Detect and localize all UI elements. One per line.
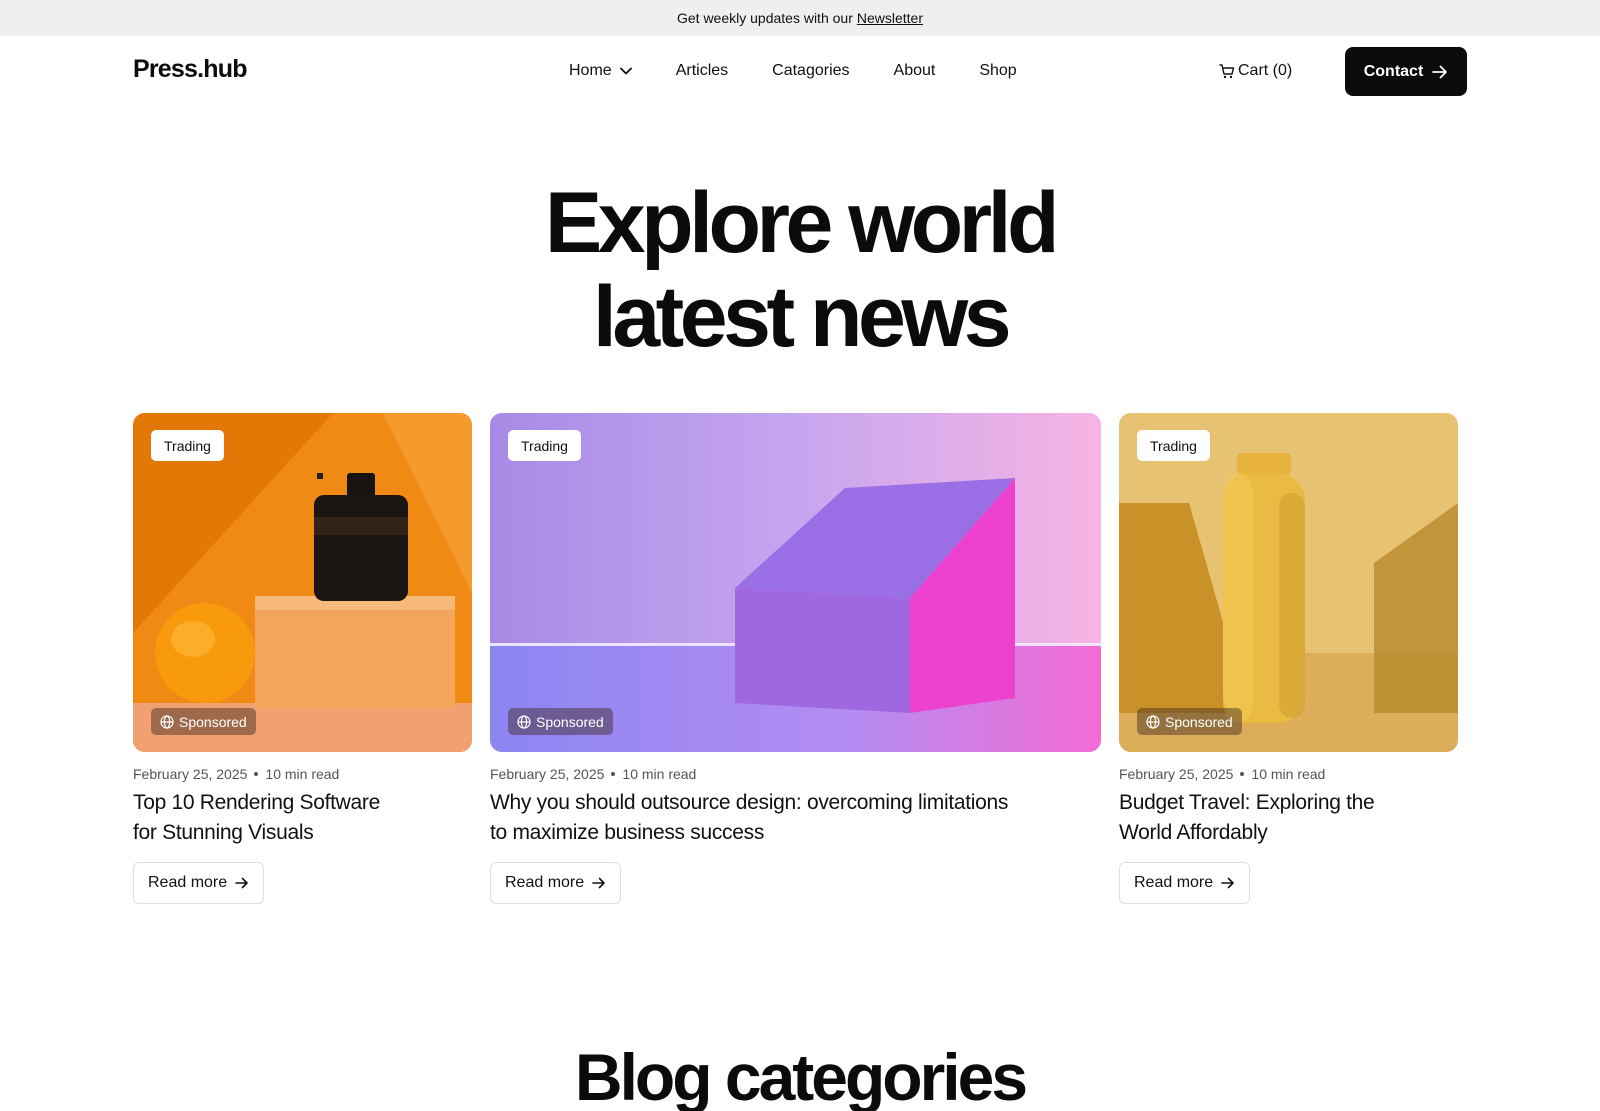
read-time: 10 min read	[622, 766, 697, 782]
hero-title: Explore world latest news	[0, 176, 1600, 364]
nav-item-catagories[interactable]: Catagories	[772, 62, 849, 80]
article-card[interactable]: Trading Sponsored February 25, 2025 10 m…	[490, 413, 1101, 904]
article-title-line2: World Affordably	[1119, 821, 1268, 844]
nav-item-home-label: Home	[569, 62, 612, 79]
site-header: Press.hub Home Articles Catagories About…	[0, 36, 1600, 106]
section-title: Blog categories	[574, 1040, 1028, 1111]
article-title-line1: Why you should outsource design: overcom…	[490, 791, 1009, 814]
arrow-right-icon	[592, 877, 605, 889]
contact-button[interactable]: Contact	[1345, 47, 1467, 96]
contact-label: Contact	[1363, 62, 1424, 80]
article-date: February 25, 2025	[1119, 766, 1234, 782]
meta-separator	[1240, 772, 1245, 776]
article-title[interactable]: Budget Travel: Exploring the World Affor…	[1119, 788, 1458, 848]
announcement-text: Get weekly updates with our	[676, 10, 853, 26]
article-meta: February 25, 2025 10 min read	[1119, 766, 1458, 782]
article-title[interactable]: Top 10 Rendering Software for Stunning V…	[133, 788, 472, 848]
arrow-right-icon	[1221, 877, 1234, 889]
article-title-line1: Budget Travel: Exploring the	[1119, 791, 1375, 814]
logo[interactable]: Press.hub	[133, 55, 247, 84]
meta-separator	[611, 772, 616, 776]
sponsored-badge: Sponsored	[1137, 708, 1242, 735]
meta-separator	[254, 772, 259, 776]
cart-icon	[1219, 64, 1235, 79]
nav-item-shop[interactable]: Shop	[979, 62, 1016, 80]
category-tag[interactable]: Trading	[1137, 430, 1210, 461]
sponsored-label: Sponsored	[1165, 713, 1233, 730]
hero-title-line1: Explore world	[544, 175, 1060, 271]
sponsored-badge: Sponsored	[508, 708, 613, 735]
article-title-line2: to maximize business success	[490, 821, 765, 844]
orange-perfume-image	[133, 413, 472, 752]
article-meta: February 25, 2025 10 min read	[490, 766, 1101, 782]
category-tag[interactable]: Trading	[151, 430, 224, 461]
read-more-label: Read more	[1134, 874, 1214, 891]
arrow-right-icon	[235, 877, 248, 889]
read-time: 10 min read	[265, 766, 340, 782]
article-title[interactable]: Why you should outsource design: overcom…	[490, 788, 1101, 848]
read-more-button[interactable]: Read more	[490, 862, 622, 904]
article-title-line2: for Stunning Visuals	[133, 821, 314, 844]
sponsored-badge: Sponsored	[151, 708, 256, 735]
read-more-label: Read more	[148, 874, 228, 891]
cart-link[interactable]: Cart (0)	[1219, 62, 1292, 80]
cart-label: Cart (0)	[1238, 62, 1293, 79]
nav-item-about[interactable]: About	[894, 62, 936, 80]
announcement-bar: Get weekly updates with our Newsletter	[0, 0, 1600, 36]
article-image[interactable]: Trading Sponsored	[1119, 413, 1458, 752]
article-title-line1: Top 10 Rendering Software	[133, 791, 380, 814]
read-more-label: Read more	[505, 874, 585, 891]
globe-icon	[1146, 714, 1160, 729]
read-more-button[interactable]: Read more	[1119, 862, 1251, 904]
purple-block-image	[490, 413, 1101, 752]
globe-icon	[160, 714, 174, 729]
hero-title-line2: latest news	[592, 269, 1012, 365]
newsletter-link[interactable]: Newsletter	[857, 10, 923, 26]
article-card[interactable]: Trading Sponsored February 25, 2025 10 m…	[133, 413, 472, 904]
article-image[interactable]: Trading Sponsored	[490, 413, 1101, 752]
chevron-down-icon	[619, 67, 632, 75]
sponsored-label: Sponsored	[536, 713, 604, 730]
article-meta: February 25, 2025 10 min read	[133, 766, 472, 782]
globe-icon	[517, 714, 531, 729]
category-tag[interactable]: Trading	[508, 430, 581, 461]
read-time: 10 min read	[1251, 766, 1326, 782]
read-more-button[interactable]: Read more	[133, 862, 265, 904]
article-date: February 25, 2025	[490, 766, 605, 782]
main-nav: Home Articles Catagories About Shop	[569, 36, 1017, 106]
arrow-right-icon	[1432, 65, 1448, 78]
article-card[interactable]: Trading Sponsored February 25, 2025 10 m…	[1119, 413, 1458, 904]
nav-item-articles[interactable]: Articles	[676, 62, 728, 80]
nav-item-home[interactable]: Home	[569, 62, 632, 80]
article-date: February 25, 2025	[133, 766, 248, 782]
article-image[interactable]: Trading Sponsored	[133, 413, 472, 752]
sponsored-label: Sponsored	[179, 713, 247, 730]
yellow-bottle-image	[1119, 413, 1458, 752]
